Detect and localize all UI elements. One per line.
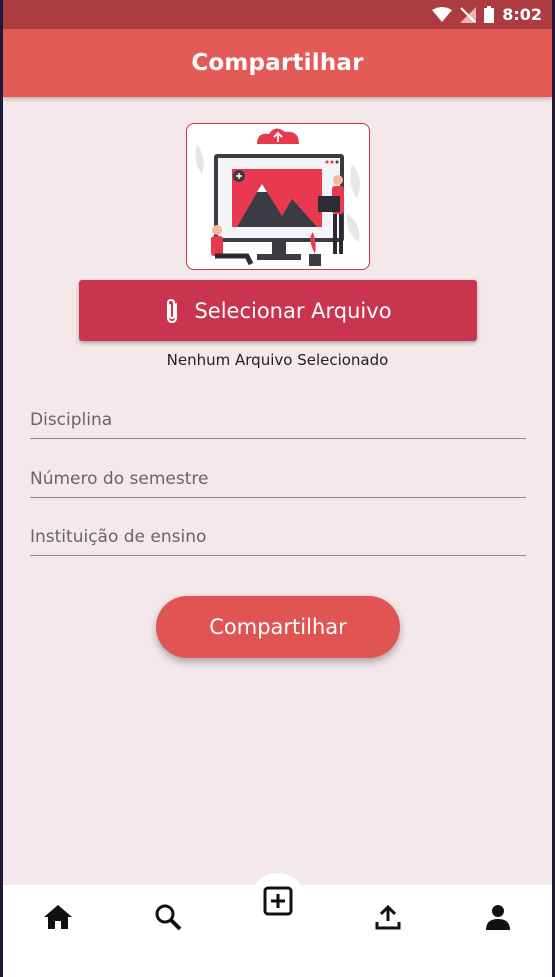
paperclip-icon <box>167 298 178 323</box>
share-button[interactable]: Compartilhar <box>156 596 400 658</box>
page-title: Compartilhar <box>191 50 364 76</box>
no-signal-icon <box>460 6 477 23</box>
discipline-field[interactable] <box>30 381 526 439</box>
screen: 8:02 Compartilhar Selecionar Arquivo Nen… <box>3 0 552 977</box>
app-bar: Compartilhar <box>3 29 552 97</box>
status-bar: 8:02 <box>3 0 552 29</box>
upload-illustration <box>186 123 370 270</box>
nav-profile[interactable] <box>478 897 518 937</box>
nav-upload[interactable] <box>368 897 408 937</box>
file-status-text: Nenhum Arquivo Selecionado <box>166 351 389 369</box>
nav-home[interactable] <box>38 897 78 937</box>
institution-input[interactable] <box>30 527 526 547</box>
person-icon <box>486 905 510 930</box>
wifi-icon <box>432 6 453 22</box>
home-icon <box>44 905 72 929</box>
select-file-label: Selecionar Arquivo <box>194 298 392 323</box>
add-box-icon <box>263 886 293 916</box>
upload-icon <box>375 904 401 930</box>
status-time: 8:02 <box>502 5 542 24</box>
discipline-input[interactable] <box>30 410 526 430</box>
select-file-button[interactable]: Selecionar Arquivo <box>79 280 477 341</box>
institution-field[interactable] <box>30 498 526 556</box>
battery-icon <box>484 6 495 23</box>
semester-field[interactable] <box>30 440 526 498</box>
nav-add[interactable] <box>250 873 306 929</box>
search-icon <box>155 904 182 931</box>
semester-input[interactable] <box>30 469 526 489</box>
nav-search[interactable] <box>148 897 188 937</box>
